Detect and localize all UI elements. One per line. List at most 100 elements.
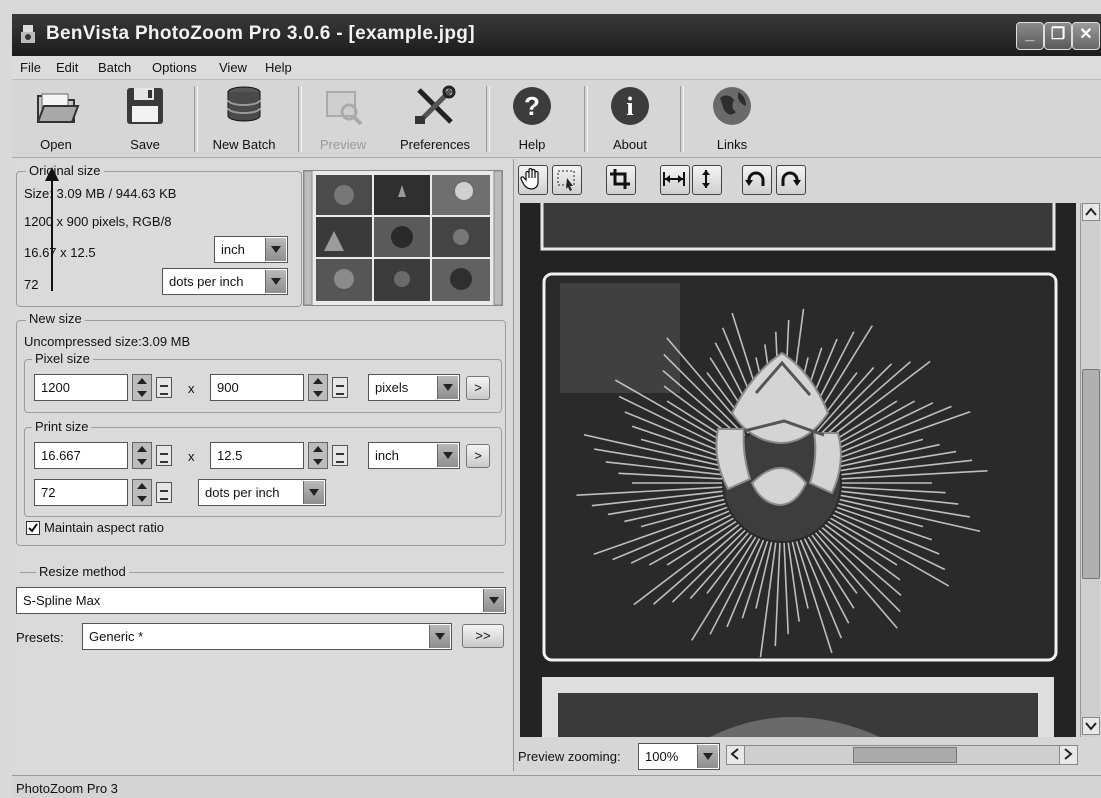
toolbar: Open Save New Batch Preview Preferences …	[12, 80, 1101, 158]
print-unit-select[interactable]: inch	[368, 442, 460, 469]
print-resolution-unit-button[interactable]	[156, 482, 172, 503]
menu-help[interactable]: Help	[265, 60, 292, 75]
print-res-unit-value: dots per inch	[205, 485, 280, 500]
menu-bar: File Edit Batch Options View Help	[12, 56, 1101, 80]
chevron-down-icon	[437, 376, 458, 399]
restore-icon: ❐	[1050, 26, 1066, 43]
preferences-label: Preferences	[399, 137, 471, 152]
chevron-down-icon	[1085, 722, 1097, 731]
globe-icon	[713, 87, 751, 125]
print-unit-value: inch	[375, 448, 399, 463]
resize-method-value: S-Spline Max	[23, 593, 101, 608]
horizontal-scroll-thumb[interactable]	[853, 747, 957, 763]
hand-tool-button[interactable]	[518, 165, 548, 195]
title-bar: BenVista PhotoZoom Pro 3.0.6 - [example.…	[12, 14, 1101, 56]
close-icon: ✕	[1079, 26, 1093, 43]
pixel-height-input[interactable]: 900	[210, 374, 304, 401]
pixel-width-unit-button[interactable]	[156, 377, 172, 398]
menu-view[interactable]: View	[219, 60, 247, 75]
fit-width-button[interactable]	[660, 165, 690, 195]
save-button[interactable]: Save	[110, 84, 180, 152]
preview-label: Preview	[319, 137, 367, 152]
aspect-ratio-label: Maintain aspect ratio	[44, 520, 164, 535]
question-icon: ?	[513, 87, 551, 125]
scroll-down-button[interactable]	[1082, 717, 1100, 735]
preview-icon	[326, 91, 363, 126]
new-batch-button[interactable]: New Batch	[204, 84, 284, 152]
uncompressed-size: Uncompressed size:3.09 MB	[24, 334, 191, 349]
print-width-unit-button[interactable]	[156, 445, 172, 466]
print-height-input[interactable]: 12.5	[210, 442, 304, 469]
pixel-size-more-button[interactable]: >	[466, 376, 490, 400]
times-sign: x	[188, 381, 195, 396]
menu-edit[interactable]: Edit	[56, 60, 78, 75]
pixel-width-input[interactable]: 1200	[34, 374, 128, 401]
resize-method-select[interactable]: S-Spline Max	[16, 587, 506, 614]
crop-tool-button[interactable]	[606, 165, 636, 195]
print-size-more-button[interactable]: >	[466, 444, 490, 468]
pixel-width-spinner[interactable]	[132, 374, 152, 401]
close-button[interactable]: ✕	[1072, 22, 1100, 50]
menu-batch[interactable]: Batch	[98, 60, 131, 75]
pixel-unit-select[interactable]: pixels	[368, 374, 460, 401]
open-label: Open	[40, 137, 72, 152]
print-width-input[interactable]: 16.667	[34, 442, 128, 469]
aspect-ratio-checkbox[interactable]	[26, 521, 40, 535]
scroll-right-button[interactable]	[1059, 746, 1077, 764]
resize-method-title: Resize method	[36, 564, 129, 579]
menu-file[interactable]: File	[20, 60, 41, 75]
new-batch-label: New Batch	[212, 137, 276, 152]
fit-height-button[interactable]	[692, 165, 722, 195]
original-unit-select[interactable]: inch	[214, 236, 288, 263]
print-resolution-input[interactable]: 72	[34, 479, 128, 506]
print-size-title: Print size	[32, 419, 92, 434]
presets-more-button[interactable]: >>	[462, 624, 504, 648]
save-label: Save	[130, 137, 160, 152]
help-label: Help	[518, 137, 546, 152]
menu-options[interactable]: Options	[152, 60, 197, 75]
preferences-button[interactable]: Preferences	[392, 84, 478, 152]
toolbar-separator	[298, 86, 302, 152]
pixel-height-unit-button[interactable]	[332, 377, 348, 398]
zoom-selection-button[interactable]	[552, 165, 582, 195]
help-button[interactable]: ? Help	[502, 84, 562, 152]
scroll-left-button[interactable]	[727, 746, 745, 764]
preview-zoom-select[interactable]: 100%	[638, 743, 720, 770]
original-res-unit-select[interactable]: dots per inch	[162, 268, 288, 295]
preview-panel: Preview zooming: 100%	[513, 159, 1101, 771]
preview-button[interactable]: Preview	[310, 84, 376, 152]
zoom-area-icon	[557, 170, 575, 191]
about-button[interactable]: i About	[600, 84, 660, 152]
scroll-up-button[interactable]	[1082, 203, 1100, 221]
print-height-spinner[interactable]	[308, 442, 328, 469]
maximize-button[interactable]: ❐	[1044, 22, 1072, 50]
thumbnail-preview	[303, 170, 503, 306]
print-height-unit-button[interactable]	[332, 445, 348, 466]
window-title: BenVista PhotoZoom Pro 3.0.6 - [example.…	[46, 23, 475, 44]
print-resolution-spinner[interactable]	[132, 479, 152, 506]
scroll-thumb[interactable]	[1082, 369, 1100, 579]
print-width-spinner[interactable]	[132, 442, 152, 469]
pixel-unit-value: pixels	[375, 380, 409, 395]
print-res-unit-select[interactable]: dots per inch	[198, 479, 326, 506]
chevron-down-icon	[265, 270, 286, 293]
checkmark-icon	[28, 523, 38, 533]
links-button[interactable]: Links	[702, 84, 762, 152]
toolbar-separator	[486, 86, 490, 152]
pixel-height-spinner[interactable]	[308, 374, 328, 401]
info-icon: i	[611, 87, 649, 125]
vertical-scrollbar[interactable]	[1080, 203, 1100, 737]
flower-preview-image	[520, 203, 1076, 737]
minimize-button[interactable]: _	[1016, 22, 1044, 50]
about-label: About	[613, 137, 647, 152]
times-sign: x	[188, 449, 195, 464]
presets-select[interactable]: Generic *	[82, 623, 452, 650]
rotate-right-button[interactable]	[776, 165, 806, 195]
rotate-left-button[interactable]	[742, 165, 772, 195]
new-size-title: New size	[26, 311, 85, 326]
tools-icon	[415, 85, 456, 124]
links-label: Links	[716, 137, 748, 152]
preview-canvas[interactable]	[520, 203, 1076, 737]
horizontal-scrollbar[interactable]	[726, 745, 1078, 765]
open-button[interactable]: Open	[26, 84, 86, 152]
